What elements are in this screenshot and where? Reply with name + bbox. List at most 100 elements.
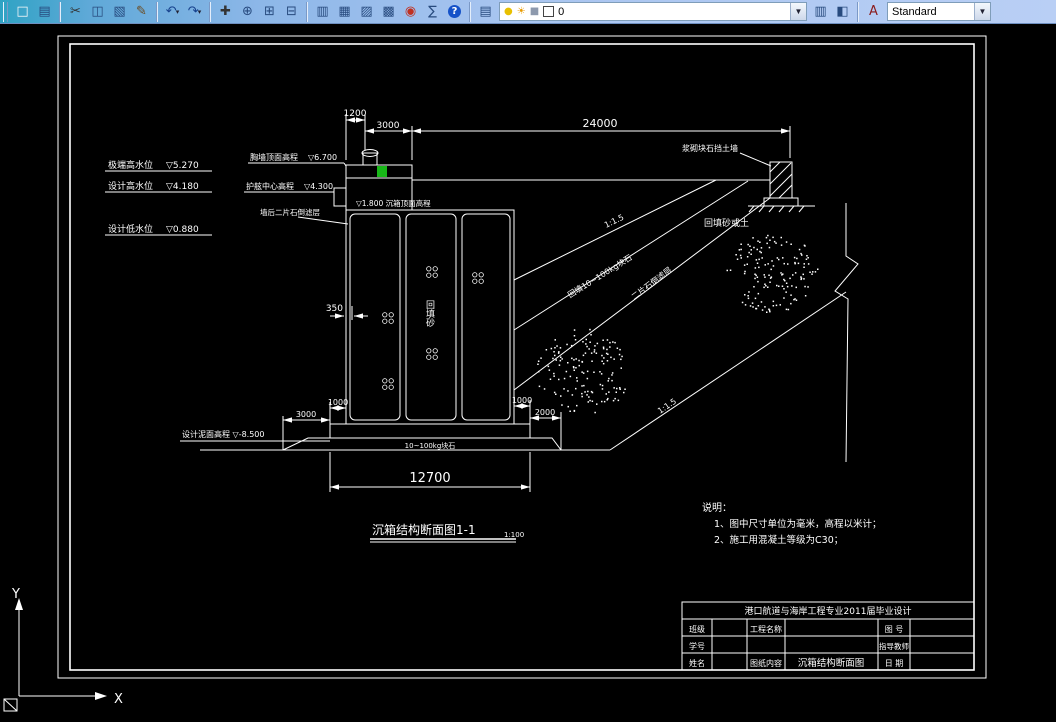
cope-elevation-value: ▽6.700 bbox=[308, 153, 337, 162]
retaining-wall-label: 浆砌块石挡土墙 bbox=[682, 143, 738, 153]
dim-2000-right: 2000 bbox=[535, 408, 555, 417]
undo-button[interactable]: ↶ ▾ bbox=[162, 2, 183, 22]
match-properties-button[interactable]: ✎ bbox=[131, 2, 152, 22]
pan-icon: ✚ bbox=[220, 4, 231, 19]
note-item: 2、施工用混凝土等级为C30； bbox=[714, 534, 843, 546]
rock-fill-label: 回填10~100kg块石 bbox=[566, 252, 634, 300]
water-level-label: 设计低水位 bbox=[108, 223, 153, 235]
rock-hatch bbox=[537, 234, 819, 414]
note-item: 1、图中尺寸单位为毫米，高程以米计； bbox=[714, 518, 882, 530]
water-levels: 极端高水位 ▽5.270 设计高水位 ▽4.180 设计低水位 ▽0.880 bbox=[105, 159, 212, 236]
layers-button[interactable]: ▤ bbox=[475, 2, 496, 22]
pan-button[interactable]: ✚ bbox=[215, 2, 236, 22]
copy-button[interactable]: ◫ bbox=[87, 2, 108, 22]
zoom-previous-button[interactable]: ⊟ bbox=[281, 2, 302, 22]
layer-dropdown[interactable]: ● ☀ ■ 0 ▼ bbox=[499, 2, 807, 21]
cope-elevation-label: 胸墙顶面高程 bbox=[250, 152, 298, 162]
redo-button-dropdown-arrow[interactable]: ▾ bbox=[198, 8, 202, 16]
zoom-realtime-button[interactable]: ⊕ bbox=[237, 2, 258, 22]
drawing-title-text: 沉箱结构断面图1-1 bbox=[372, 522, 476, 537]
plot-button[interactable]: ▤ bbox=[34, 2, 55, 22]
ucs-x-label: X bbox=[114, 692, 123, 707]
toolbar-separator bbox=[857, 1, 859, 22]
layer-dropdown-arrow[interactable]: ▼ bbox=[790, 3, 806, 20]
new-button[interactable]: □ bbox=[12, 2, 33, 22]
notes-heading: 说明： bbox=[702, 501, 732, 514]
slope-label: 1:1.5 bbox=[656, 397, 678, 416]
tool-palettes-icon: ▨ bbox=[360, 4, 373, 19]
copy-icon: ◫ bbox=[91, 4, 104, 19]
markup-button[interactable]: ◉ bbox=[400, 2, 421, 22]
zoom-previous-icon: ⊟ bbox=[286, 4, 297, 19]
cut-button[interactable]: ✂ bbox=[65, 2, 86, 22]
water-level-label: 设计高水位 bbox=[108, 180, 153, 192]
zoom-realtime-icon: ⊕ bbox=[242, 4, 253, 19]
undo-button-dropdown-arrow[interactable]: ▾ bbox=[176, 8, 180, 16]
toolbar-separator bbox=[156, 1, 158, 22]
water-level-value: ▽0.880 bbox=[166, 225, 199, 235]
layer-thaw-sun-icon[interactable]: ☀ bbox=[517, 6, 526, 17]
text-style-dropdown-arrow[interactable]: ▼ bbox=[974, 3, 990, 20]
properties-button[interactable]: ▥ bbox=[312, 2, 333, 22]
designcenter-icon: ▦ bbox=[338, 4, 351, 19]
title-block-label: 图 号 bbox=[885, 625, 904, 634]
sand-symbols bbox=[382, 266, 484, 390]
cad-drawing[interactable]: 1200 3000 24000 350 1000 3000 1000 2000 … bbox=[0, 24, 1056, 717]
dim-1000-left: 1000 bbox=[328, 398, 348, 407]
dim-1000-right: 1000 bbox=[512, 396, 532, 405]
slope-label: 1:1.5 bbox=[603, 213, 625, 230]
ucs-icon: Y X bbox=[3, 587, 123, 712]
dim-350: 350 bbox=[326, 304, 343, 314]
sand-fill-label: 回填砂 bbox=[424, 300, 435, 328]
quickcalc-button[interactable]: ∑ bbox=[422, 2, 443, 22]
help-button[interactable]: ? bbox=[444, 2, 465, 22]
bedding-label: 10~100kg块石 bbox=[405, 441, 456, 450]
designcenter-button[interactable]: ▦ bbox=[334, 2, 355, 22]
plot-icon: ▤ bbox=[38, 4, 51, 19]
drawing-title: 沉箱结构断面图1-1 1:100 bbox=[370, 522, 524, 543]
layers-icon: ▤ bbox=[479, 4, 492, 19]
cut-icon: ✂ bbox=[70, 4, 81, 19]
layer-previous-icon: ◧ bbox=[836, 4, 849, 19]
paste-icon: ▧ bbox=[113, 4, 126, 19]
dim-3000-left: 3000 bbox=[296, 410, 316, 419]
sheet-set-manager-button[interactable]: ▩ bbox=[378, 2, 399, 22]
redo-button[interactable]: ↷ ▾ bbox=[184, 2, 205, 22]
drawing-canvas[interactable]: 1200 3000 24000 350 1000 3000 1000 2000 … bbox=[0, 24, 1056, 717]
toolbar-separator bbox=[469, 1, 471, 22]
markup-icon: ◉ bbox=[404, 4, 417, 19]
title-block-label: 工程名称 bbox=[750, 624, 782, 634]
title-block-content: 沉箱结构断面图 bbox=[798, 657, 865, 669]
caisson-top-elevation: ▽1.800 沉箱顶面高程 bbox=[356, 198, 431, 208]
toolbar-grip[interactable] bbox=[3, 1, 8, 22]
filter-layer-label: 墙后二片石倒滤层 bbox=[260, 207, 320, 217]
paste-button[interactable]: ▧ bbox=[109, 2, 130, 22]
dim-24000: 24000 bbox=[583, 117, 618, 130]
layer-properties-button[interactable]: ▥ bbox=[810, 2, 831, 22]
zoom-window-icon: ⊞ bbox=[264, 4, 275, 19]
tool-palettes-button[interactable]: ▨ bbox=[356, 2, 377, 22]
text-style-button[interactable]: A bbox=[863, 2, 884, 22]
elevation-labels: 胸墙顶面高程 ▽6.700 护舷中心高程 ▽4.300 ▽1.800 沉箱顶面高… bbox=[180, 152, 431, 442]
layer-name: 0 bbox=[558, 5, 565, 18]
match-properties-icon: ✎ bbox=[136, 4, 147, 19]
quickcalc-icon: ∑ bbox=[428, 4, 437, 19]
title-block-label: 班级 bbox=[689, 624, 705, 634]
annotations: 回填砂或土 浆砌块石挡土墙 1:1.5 回填10~100kg块石 二片石倒滤层 … bbox=[405, 143, 772, 450]
new-icon: □ bbox=[16, 4, 29, 19]
layer-lock-icon[interactable]: ■ bbox=[530, 6, 539, 17]
layer-color-swatch[interactable] bbox=[543, 6, 555, 17]
fitting-block bbox=[377, 166, 387, 177]
text-style-dropdown[interactable]: Standard ▼ bbox=[887, 2, 991, 21]
layer-previous-button[interactable]: ◧ bbox=[832, 2, 853, 22]
toolbar-separator bbox=[209, 1, 211, 22]
layer-properties-icon: ▥ bbox=[814, 4, 827, 19]
layer-on-bulb-icon[interactable]: ● bbox=[504, 6, 513, 17]
water-level-value: ▽5.270 bbox=[166, 161, 199, 171]
title-block-label: 指导教师 bbox=[879, 641, 909, 651]
title-block-label: 日 期 bbox=[885, 659, 904, 668]
water-level-value: ▽4.180 bbox=[166, 182, 199, 192]
zoom-window-button[interactable]: ⊞ bbox=[259, 2, 280, 22]
text-style-name: Standard bbox=[892, 5, 937, 18]
toolbar: □ ▤ ✂ ◫ ▧ ✎ ↶ ▾ ↷ ▾ ✚ ⊕ ⊞ ⊟ ▥ ▦ ▨ ▩ ◉ ∑? ▤ ● ☀ ■ 0 ▼ ▥ ◧ A Standard ▼ bbox=[0, 0, 1056, 24]
